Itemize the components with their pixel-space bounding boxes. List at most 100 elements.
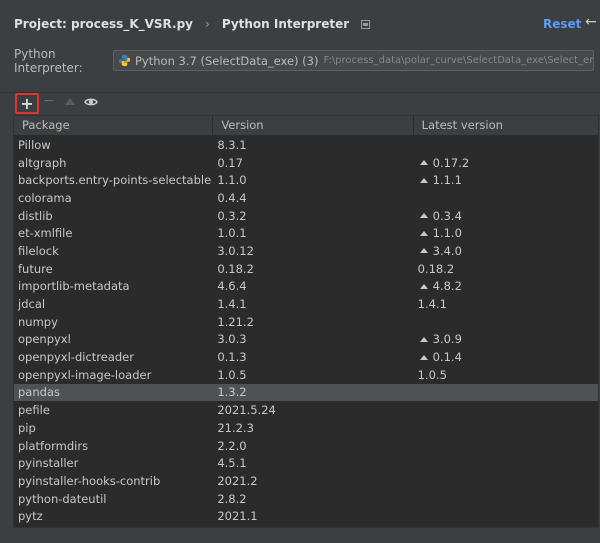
minus-icon[interactable]: − (43, 93, 55, 109)
package-name: openpyxl-image-loader (18, 367, 152, 382)
interpreter-label: Python Interpreter: (14, 47, 83, 75)
breadcrumb-project[interactable]: Project: process_K_VSR.py (14, 17, 193, 31)
package-version: 0.3.2 (217, 208, 247, 223)
package-version: 3.0.3 (217, 332, 247, 347)
package-version: 4.5.1 (217, 456, 247, 471)
package-name: pyinstaller-hooks-contrib (18, 473, 161, 488)
breadcrumb-separator: › (205, 17, 210, 31)
table-row[interactable]: pip 21.2.3 (14, 419, 598, 437)
packages-table: Package Version Latest version Pillow 8.3… (13, 115, 599, 528)
upgrade-available-icon (419, 354, 428, 360)
package-version: 2.2.0 (217, 438, 247, 453)
package-version: 4.6.4 (217, 279, 247, 294)
table-row[interactable]: platformdirs 2.2.0 (14, 437, 598, 455)
package-latest-version: 0.1.4 (414, 350, 598, 364)
package-name: jdcal (18, 297, 46, 312)
table-row[interactable]: pytz 2021.1 (14, 507, 598, 525)
column-header-package[interactable]: Package (14, 116, 214, 136)
package-version: 1.1.0 (217, 173, 247, 188)
package-name: pyinstaller (18, 456, 79, 471)
upgrade-icon[interactable] (65, 98, 75, 105)
package-name: pefile (18, 403, 50, 418)
table-row[interactable]: pyinstaller 4.5.1 (14, 454, 598, 472)
table-row[interactable]: filelock 3.0.12 3.4.0 (14, 242, 598, 260)
settings-scope-icon (361, 19, 371, 29)
table-row[interactable]: Pillow 8.3.1 (14, 136, 598, 154)
package-name: python-dateutil (18, 491, 107, 506)
package-latest-version: 1.1.1 (414, 173, 598, 187)
eye-icon[interactable] (84, 96, 98, 108)
reset-button[interactable]: Reset (543, 17, 581, 31)
package-version: 2021.2 (217, 473, 258, 488)
packages-toolbar: + − (13, 92, 133, 114)
upgrade-available-icon (419, 213, 428, 219)
package-name: pandas (18, 385, 60, 400)
table-row[interactable]: pyinstaller-hooks-contrib 2021.2 (14, 472, 598, 490)
table-row[interactable]: et-xmlfile 1.0.1 1.1.0 (14, 224, 598, 242)
latest-version-text: 4.8.2 (432, 279, 462, 294)
package-name: openpyxl-dictreader (18, 350, 134, 365)
table-row[interactable]: future 0.18.2 0.18.2 (14, 260, 598, 278)
package-name: Pillow (18, 137, 51, 152)
plus-icon[interactable]: + (15, 93, 39, 114)
table-row[interactable]: jdcal 1.4.1 1.4.1 (14, 295, 598, 313)
package-latest-version: 0.17.2 (414, 156, 598, 170)
column-header-version[interactable]: Version (213, 116, 414, 136)
package-name: future (18, 261, 53, 276)
upgrade-available-icon (419, 160, 428, 166)
package-latest-version: 4.8.2 (414, 279, 598, 293)
table-header: Package Version Latest version (14, 116, 598, 136)
upgrade-available-icon (419, 177, 428, 183)
package-name: pip (18, 420, 36, 435)
package-version: 1.0.5 (217, 367, 247, 382)
latest-version-text: 0.17.2 (432, 155, 470, 170)
table-row[interactable]: pefile 2021.5.24 (14, 401, 598, 419)
package-name: distlib (18, 208, 53, 223)
table-row[interactable]: openpyxl-image-loader 1.0.5 1.0.5 (14, 366, 598, 384)
upgrade-available-icon (419, 336, 428, 342)
upgrade-available-icon (419, 230, 428, 236)
arrow-left-icon[interactable]: ← (585, 14, 597, 30)
upgrade-available-icon (419, 248, 428, 254)
latest-version-text: 3.4.0 (432, 243, 462, 258)
package-version: 21.2.3 (217, 420, 254, 435)
table-row[interactable]: python-dateutil 2.8.2 (14, 490, 598, 508)
table-row[interactable]: distlib 0.3.2 0.3.4 (14, 207, 598, 225)
package-name: filelock (18, 243, 59, 258)
latest-version-text: 1.1.1 (432, 173, 462, 188)
table-row[interactable]: colorama 0.4.4 (14, 189, 598, 207)
package-version: 1.0.1 (217, 226, 247, 241)
package-version: 1.4.1 (217, 297, 247, 312)
table-row[interactable]: altgraph 0.17 0.17.2 (14, 154, 598, 172)
package-latest-version: 1.1.0 (414, 226, 598, 240)
package-name: et-xmlfile (18, 226, 73, 241)
interpreter-row: Python Interpreter: Python 3.7 (SelectDa… (14, 47, 600, 75)
column-header-latest-version[interactable]: Latest version (414, 116, 598, 136)
interpreter-name: Python 3.7 (SelectData_exe) (3) (135, 53, 319, 68)
package-name: platformdirs (18, 438, 89, 453)
package-latest-version: 0.18.2 (414, 262, 598, 276)
table-row[interactable]: numpy 1.21.2 (14, 313, 598, 331)
table-row[interactable]: pandas 1.3.2 (14, 383, 598, 402)
package-version: 1.3.2 (217, 385, 247, 400)
package-version: 0.17 (217, 155, 243, 170)
interpreter-select[interactable]: Python 3.7 (SelectData_exe) (3) F:\proce… (113, 50, 594, 71)
package-name: altgraph (18, 155, 67, 170)
latest-version-text: 0.18.2 (417, 261, 455, 276)
package-latest-version: 1.4.1 (414, 297, 598, 311)
package-latest-version: 3.4.0 (414, 244, 598, 258)
package-version: 2021.1 (217, 509, 258, 524)
latest-version-text: 1.4.1 (417, 297, 447, 312)
package-version: 0.18.2 (217, 261, 254, 276)
package-latest-version: 0.3.4 (414, 209, 598, 223)
table-row[interactable]: openpyxl 3.0.3 3.0.9 (14, 331, 598, 349)
table-row[interactable]: openpyxl-dictreader 0.1.3 0.1.4 (14, 348, 598, 366)
package-name: pytz (18, 509, 43, 524)
latest-version-text: 0.1.4 (432, 350, 462, 365)
latest-version-text: 0.3.4 (432, 208, 462, 223)
package-name: openpyxl (18, 332, 71, 347)
table-row[interactable]: backports.entry-points-selectable 1.1.0 1.… (14, 171, 598, 189)
upgrade-available-icon (419, 283, 428, 289)
table-row[interactable]: importlib-metadata 4.6.4 4.8.2 (14, 278, 598, 296)
package-version: 8.3.1 (217, 137, 247, 152)
